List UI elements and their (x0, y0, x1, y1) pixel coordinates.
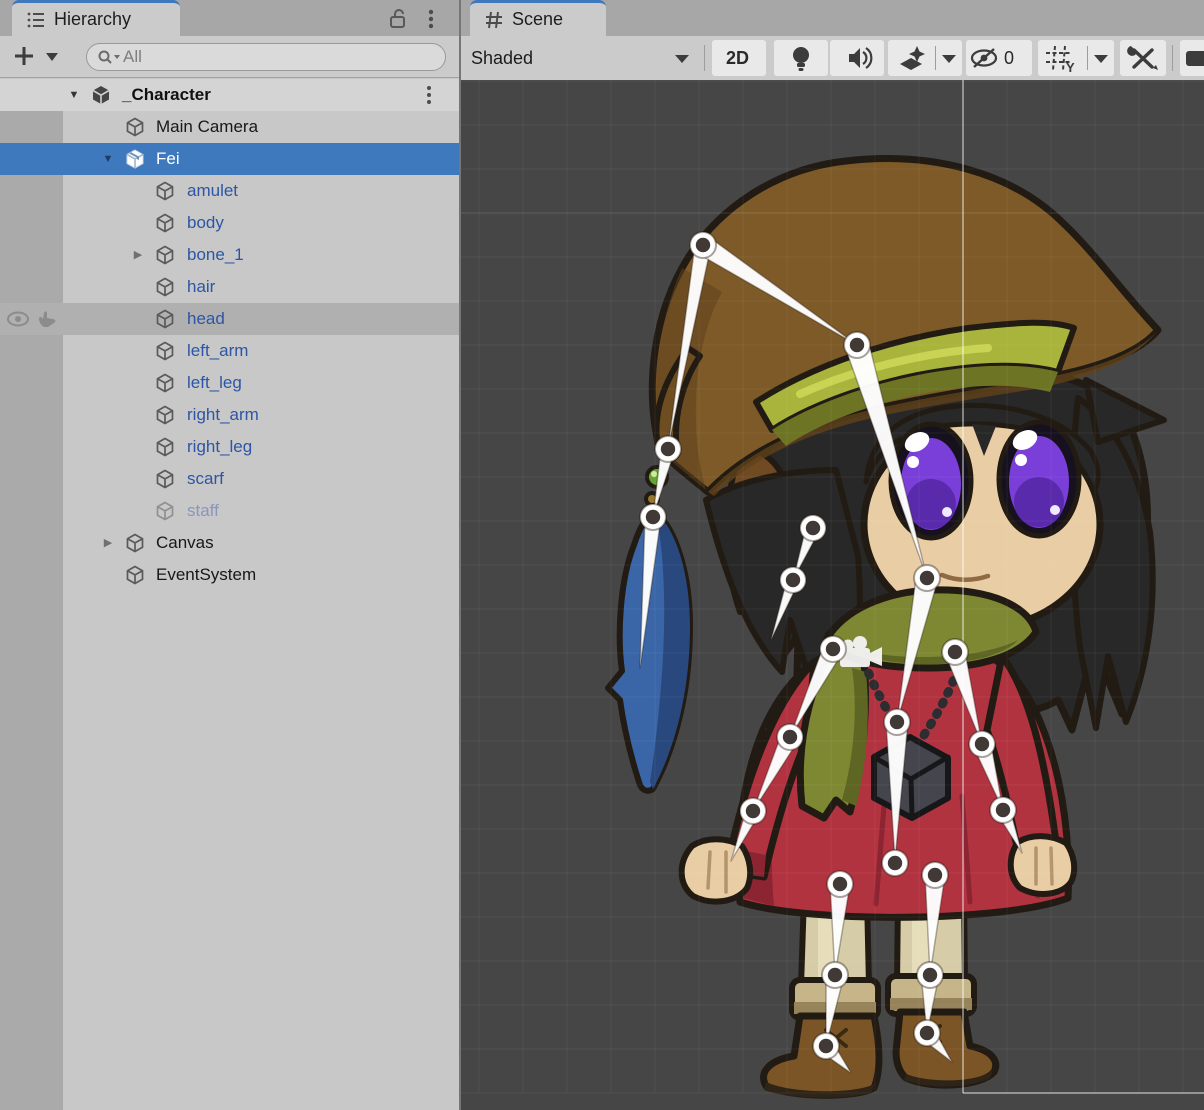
tab-scene[interactable]: Scene (470, 0, 606, 36)
hierarchy-item-main-camera[interactable]: Main Camera (0, 111, 459, 143)
gameobject-cube-icon (154, 436, 176, 458)
draw-mode-label: Shaded (471, 40, 533, 76)
effects-icon (888, 40, 934, 76)
scene-viewport[interactable] (461, 80, 1204, 1110)
tab-scene-label: Scene (512, 3, 563, 36)
hierarchy-item-right-leg[interactable]: right_leg (0, 431, 459, 463)
scene-grid-icon (484, 10, 504, 30)
hierarchy-item-hair[interactable]: hair (0, 271, 459, 303)
hierarchy-item-label: right_arm (187, 399, 259, 431)
hierarchy-item-label: scarf (187, 463, 224, 495)
hierarchy-item-label: left_arm (187, 335, 248, 367)
overlay-tools-button[interactable] (1120, 40, 1166, 76)
hierarchy-item-staff[interactable]: staff (0, 495, 459, 527)
2d-label: 2D (726, 40, 749, 76)
gameobject-cube-icon (154, 212, 176, 234)
hierarchy-item-canvas[interactable]: ▶ Canvas (0, 527, 459, 559)
hierarchy-list-icon (26, 10, 46, 30)
tab-hierarchy-label: Hierarchy (54, 3, 131, 36)
gameobject-cube-icon (154, 340, 176, 362)
panel-resize-divider[interactable] (459, 0, 461, 1110)
hidden-objects-button[interactable]: 0 (966, 40, 1032, 76)
scene-toolbar: Shaded 2D (461, 36, 1204, 80)
bulb-icon (774, 40, 828, 76)
gameobject-cube-icon (154, 180, 176, 202)
hierarchy-item-label: left_leg (187, 367, 242, 399)
hierarchy-item-bone-1[interactable]: ▶ bone_1 (0, 239, 459, 271)
scene-name-label: _Character (122, 79, 211, 111)
effects-dropdown-icon[interactable] (942, 55, 956, 63)
hierarchy-item-label: Main Camera (156, 111, 258, 143)
hierarchy-item-label: hair (187, 271, 215, 303)
chevron-down-icon (675, 55, 689, 63)
gameobject-cube-icon (154, 276, 176, 298)
wrench-pencil-icon (1120, 40, 1166, 76)
effects-visibility-group[interactable] (888, 40, 962, 76)
hierarchy-panel: Hierarchy (0, 0, 459, 1110)
visibility-toggle-eye-icon[interactable] (5, 310, 31, 333)
hierarchy-item-label: EventSystem (156, 559, 256, 591)
gameobject-cube-icon (154, 308, 176, 330)
disclosure-arrow[interactable]: ▼ (98, 143, 118, 175)
scene-lighting-toggle[interactable] (774, 40, 828, 76)
hierarchy-search-input[interactable]: All (86, 43, 446, 71)
disclosure-arrow[interactable]: ▶ (98, 527, 118, 559)
scene-tabstrip: Scene (461, 0, 1204, 36)
search-placeholder: All (123, 44, 142, 70)
draw-mode-dropdown[interactable]: Shaded (465, 40, 701, 76)
hierarchy-item-label: Canvas (156, 527, 214, 559)
hierarchy-item-label: amulet (187, 175, 238, 207)
tab-hierarchy[interactable]: Hierarchy (12, 0, 180, 36)
grid-dropdown-icon[interactable] (1094, 55, 1108, 63)
hierarchy-item-label: bone_1 (187, 239, 244, 271)
hierarchy-item-eventsystem[interactable]: EventSystem (0, 559, 459, 591)
unity-logo-icon (90, 84, 112, 106)
grid-visibility-group[interactable]: Y (1038, 40, 1114, 76)
hierarchy-item-label: body (187, 207, 224, 239)
hierarchy-item-label: right_leg (187, 431, 252, 463)
hierarchy-item-body[interactable]: body (0, 207, 459, 239)
scene-audio-toggle[interactable] (830, 40, 884, 76)
disclosure-arrow[interactable]: ▼ (64, 79, 84, 111)
gameobject-cube-icon (154, 500, 176, 522)
hierarchy-item-label: staff (187, 495, 219, 527)
grid-y-icon: Y (1038, 40, 1084, 76)
hierarchy-tabstrip: Hierarchy (0, 0, 459, 36)
hierarchy-item-left-arm[interactable]: left_arm (0, 335, 459, 367)
gameobject-cube-icon (124, 564, 146, 586)
hierarchy-item-left-leg[interactable]: left_leg (0, 367, 459, 399)
hierarchy-item-head[interactable]: head (0, 303, 459, 335)
hierarchy-item-amulet[interactable]: amulet (0, 175, 459, 207)
lock-icon[interactable] (388, 8, 408, 35)
eye-slash-icon (966, 40, 1002, 76)
2d-mode-toggle[interactable]: 2D (712, 40, 766, 76)
gameobject-cube-icon (124, 116, 146, 138)
disclosure-arrow[interactable]: ▶ (128, 239, 148, 271)
hidden-objects-count: 0 (1004, 40, 1014, 76)
camera-preview-button[interactable] (1180, 40, 1204, 76)
create-object-button[interactable] (10, 41, 68, 71)
gameobject-cube-icon (124, 532, 146, 554)
speaker-icon (830, 40, 884, 76)
hierarchy-item-label: Fei (156, 143, 180, 175)
hierarchy-item-scarf[interactable]: scarf (0, 463, 459, 495)
gameobject-cube-icon (154, 404, 176, 426)
prefab-cube-icon (124, 148, 146, 170)
svg-text:Y: Y (1066, 60, 1075, 75)
hierarchy-item-_character[interactable]: ▼ _Character (0, 79, 459, 111)
hierarchy-item-right-arm[interactable]: right_arm (0, 399, 459, 431)
pickability-toggle-hand-icon[interactable] (36, 310, 58, 333)
hierarchy-item-fei[interactable]: ▼ Fei (0, 143, 459, 175)
camera-icon (1180, 40, 1204, 76)
hierarchy-tree: ▼ _Character (0, 79, 459, 1110)
scene-panel: Scene Shaded 2D (461, 0, 1204, 1110)
gameobject-cube-icon (154, 468, 176, 490)
gameobject-cube-icon (154, 372, 176, 394)
hierarchy-item-label: head (187, 303, 225, 335)
gameobject-cube-icon (154, 244, 176, 266)
search-icon (96, 49, 122, 72)
panel-menu-kebab-icon[interactable] (424, 8, 438, 35)
hierarchy-toolbar: All (0, 36, 459, 78)
scene-menu-kebab-icon[interactable] (422, 84, 436, 106)
